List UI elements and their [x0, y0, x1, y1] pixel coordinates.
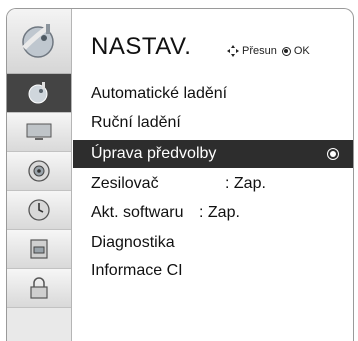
- menu-item-label: Zesilovač: [91, 175, 159, 192]
- category-sidebar: [7, 74, 72, 341]
- menu-item-label: Diagnostika: [91, 234, 175, 251]
- lock-panel-icon: [30, 239, 48, 259]
- menu-item-label: Akt. softwaru: [91, 204, 184, 221]
- menu-item-diagnostics[interactable]: Diagnostika: [73, 229, 353, 257]
- clock-icon: [28, 199, 50, 221]
- sidebar-item-picture[interactable]: [7, 113, 71, 152]
- ok-button-icon: [281, 46, 291, 56]
- satellite-dish-icon: [28, 82, 48, 104]
- menu-item-booster[interactable]: Zesilovač : Zap.: [73, 170, 353, 198]
- setup-menu-logo: [7, 9, 72, 74]
- menu-item-auto-tuning[interactable]: Automatické ladění: [73, 80, 353, 108]
- software-update-value: : Zap.: [199, 204, 240, 221]
- selected-radio-icon: [327, 148, 339, 160]
- sidebar-item-time[interactable]: [7, 191, 71, 230]
- sidebar-item-lock[interactable]: [7, 230, 71, 269]
- navigation-hint: Přesun OK: [227, 45, 310, 57]
- menu-item-label: Informace CI: [91, 262, 183, 279]
- sidebar-item-option[interactable]: [7, 269, 71, 308]
- move-arrows-icon: [227, 45, 239, 57]
- menu-item-software-update[interactable]: Akt. softwaru : Zap.: [73, 199, 353, 227]
- satellite-logo-icon: [22, 23, 54, 58]
- page-title: NASTAV.: [91, 33, 192, 60]
- sidebar-item-setup[interactable]: [7, 74, 71, 113]
- menu-item-manual-tuning[interactable]: Ruční ladění: [73, 109, 353, 137]
- hint-ok-label: OK: [293, 45, 310, 57]
- menu-item-label: Automatické ladění: [91, 85, 228, 102]
- hint-move-label: Přesun: [242, 45, 277, 57]
- booster-value: : Zap.: [225, 175, 266, 192]
- speaker-icon: [28, 160, 50, 182]
- menu-item-programme-edit[interactable]: Úprava předvolby: [73, 140, 353, 168]
- setup-menu-window: NASTAV. Přesun OK Automatické ladění Ruč…: [6, 8, 354, 341]
- menu-item-ci-information[interactable]: Informace CI: [73, 257, 353, 285]
- menu-item-label: Úprava předvolby: [91, 145, 217, 162]
- padlock-icon: [30, 277, 48, 299]
- menu-item-label: Ruční ladění: [91, 114, 181, 131]
- sidebar-item-audio[interactable]: [7, 152, 71, 191]
- monitor-icon: [26, 123, 52, 140]
